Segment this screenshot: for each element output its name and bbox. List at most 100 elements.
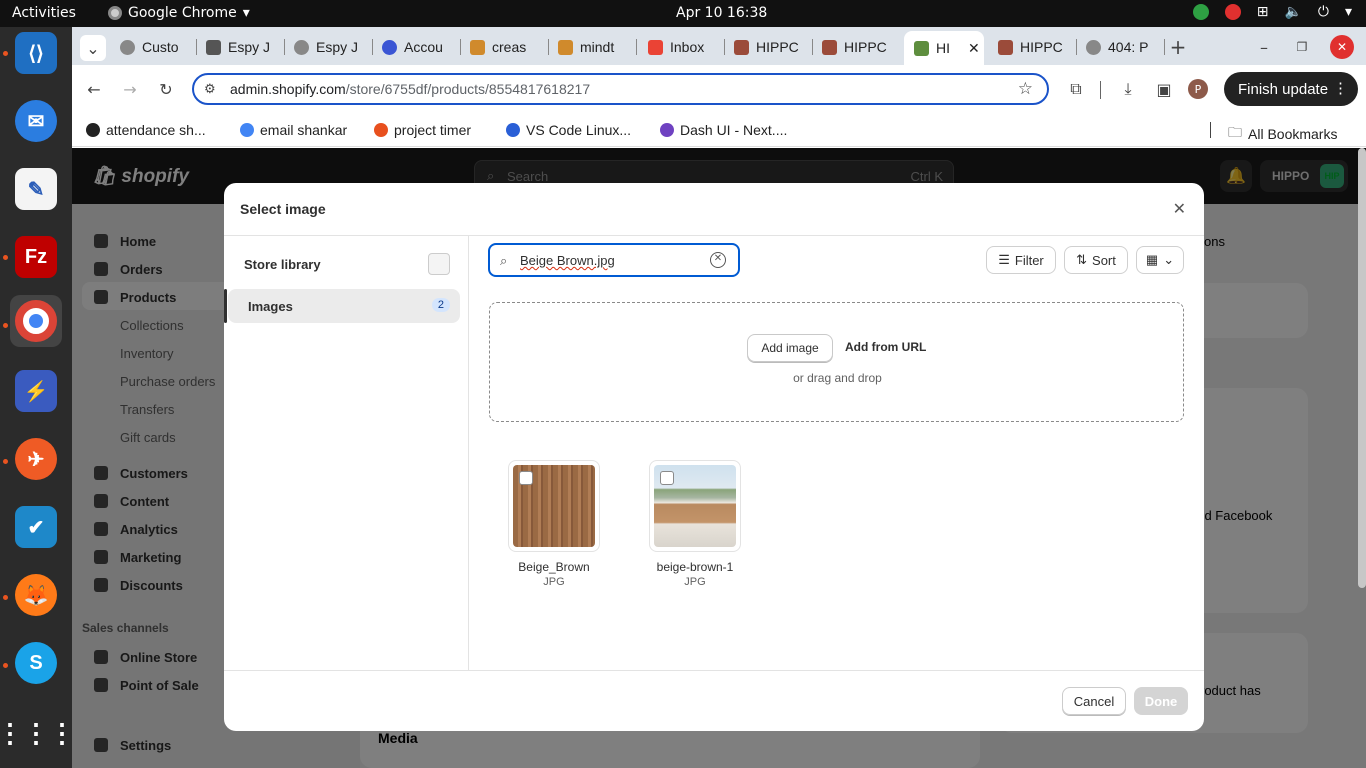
minimize-icon[interactable]: – [1252,35,1276,59]
images-count-badge: 2 [431,298,450,312]
filezilla-icon[interactable]: Fz [10,231,62,283]
close-icon[interactable]: ✕ [968,40,980,57]
globe-icon [294,39,309,55]
profile-avatar[interactable]: P [1188,79,1208,99]
site-info-icon[interactable]: ⚙ [204,81,216,97]
store-library-heading: Store library [244,257,321,272]
tab-2[interactable]: Espy J [294,33,370,61]
scrollbar[interactable] [1358,148,1366,588]
account-icon [382,39,397,55]
page-content: 🛍 shopify ⌕ Search Ctrl K 🔔 HIPPO HIP Ho… [72,148,1366,768]
filter-button[interactable]: ☰ Filter [986,246,1056,274]
volume-icon[interactable]: 🔈 [1284,4,1301,20]
power-icon[interactable]: ⏻ [1318,4,1329,20]
file-card[interactable]: Beige_Brown JPG [508,460,600,588]
app-menu[interactable]: Google Chrome ▾ [108,5,250,21]
view-toggle-button[interactable]: ▦ ⌄ [1136,246,1184,274]
file-search-input[interactable]: ⌕ Beige Brown.jpg ✕ [488,243,740,277]
images-label: Images [248,299,293,314]
toolbar-separator [1100,81,1101,99]
bookmark-star-icon[interactable]: ☆ [1018,79,1033,99]
chrome-icon[interactable] [10,295,62,347]
maximize-icon[interactable]: ❐ [1290,35,1314,59]
address-bar[interactable]: ⚙ admin.shopify.com/store/6755df/product… [192,73,1049,105]
sort-button[interactable]: ⇅ Sort [1064,246,1128,274]
bookmark-vscode[interactable]: VS Code Linux... [506,122,631,138]
tab-separator [812,39,813,55]
images-folder-item[interactable]: Images 2 [224,289,460,323]
thunderbird-icon[interactable]: ✉ [10,95,62,147]
add-from-url-button[interactable]: Add from URL [845,340,926,354]
new-tab-icon[interactable]: + [1166,35,1190,59]
skype-icon[interactable]: S [10,637,62,689]
select-image-modal: Select image ✕ Store library Images 2 ⌕ … [224,183,1204,731]
clock[interactable]: Apr 10 16:38 [676,5,767,21]
bookmark-email[interactable]: email shankar [240,122,347,138]
close-icon[interactable]: ✕ [1173,199,1186,219]
todo-icon[interactable]: ✔ [10,501,62,553]
firefox-icon[interactable]: 🦊 [10,569,62,621]
update-check-icon[interactable] [1192,4,1209,20]
chrome-icon [108,6,122,20]
postman-icon[interactable]: ✈ [10,433,62,485]
tab-separator [1076,39,1077,55]
download-icon[interactable]: ⤓ [1116,77,1140,101]
activities-button[interactable]: Activities [12,5,76,21]
stripes-icon [470,39,485,55]
site-icon [822,39,837,55]
text-editor-icon[interactable]: ✎ [10,163,62,215]
network-icon[interactable]: ⊞ [1257,4,1269,20]
sort-icon: ⇅ [1076,252,1088,267]
globe-icon [120,39,135,55]
reload-icon[interactable]: ↻ [154,77,178,101]
tab-9-active[interactable]: HI ✕ [904,31,984,65]
side-panel-icon[interactable]: ▣ [1152,77,1176,101]
add-image-button[interactable]: Add image [747,334,833,362]
tab-6[interactable]: Inbox [648,33,724,61]
tab-11[interactable]: 404: P [1086,33,1166,61]
tab-3[interactable]: Accou [382,33,458,61]
tab-separator [1164,39,1165,55]
system-tray[interactable]: ⊞ 🔈 ⏻ ▾ [1192,4,1352,20]
extensions-icon[interactable]: ⧉ [1064,77,1088,101]
clear-search-icon[interactable]: ✕ [710,252,726,268]
done-button[interactable]: Done [1134,687,1188,715]
do-not-disturb-icon[interactable] [1224,4,1241,20]
tab-7[interactable]: HIPPC [734,33,814,61]
forward-icon[interactable]: → [118,77,142,101]
file-name: Beige_Brown [518,560,590,574]
tab-4[interactable]: creas [470,33,546,61]
finish-update-button[interactable]: Finish update ⋮ [1224,72,1358,106]
network-icon[interactable]: ⚡ [10,365,62,417]
all-bookmarks[interactable]: 🗀 All Bookmarks [1228,122,1337,146]
app-grid-icon[interactable]: ⋮⋮⋮ [0,707,75,759]
shopify-icon [914,40,929,56]
bookmark-project-timer[interactable]: project timer [374,122,471,138]
back-icon[interactable]: ← [82,77,106,101]
chevron-down-icon[interactable]: ▾ [1345,4,1352,20]
tab-10[interactable]: HIPPC [998,33,1078,61]
cancel-button[interactable]: Cancel [1062,687,1126,715]
drop-zone[interactable]: Add image Add from URL or drag and drop [489,302,1184,422]
tab-0[interactable]: Custo [120,33,190,61]
tab-search-button[interactable]: ⌄ [80,35,106,61]
vscode-icon[interactable]: ⟨⟩ [10,27,62,79]
tab-8[interactable]: HIPPC [822,33,902,61]
collapse-panel-icon[interactable] [428,253,450,275]
chevron-down-icon: ▾ [242,5,250,21]
file-card[interactable]: beige-brown-1 JPG [649,460,741,588]
running-indicator [3,459,8,464]
file-checkbox[interactable] [660,471,674,485]
close-window-icon[interactable]: ✕ [1330,35,1354,59]
bookmark-dash-ui[interactable]: Dash UI - Next.... [660,122,787,138]
github-icon [86,123,100,137]
file-thumbnail[interactable] [649,460,741,552]
file-thumbnail[interactable] [508,460,600,552]
grid-view-icon: ▦ [1145,252,1159,267]
url-host: admin.shopify.com [230,81,346,97]
tab-5[interactable]: mindt [558,33,634,61]
drag-drop-hint: or drag and drop [793,371,882,385]
tab-1[interactable]: Espy J [206,33,286,61]
file-checkbox[interactable] [519,471,533,485]
bookmark-attendance[interactable]: attendance sh... [86,122,206,138]
